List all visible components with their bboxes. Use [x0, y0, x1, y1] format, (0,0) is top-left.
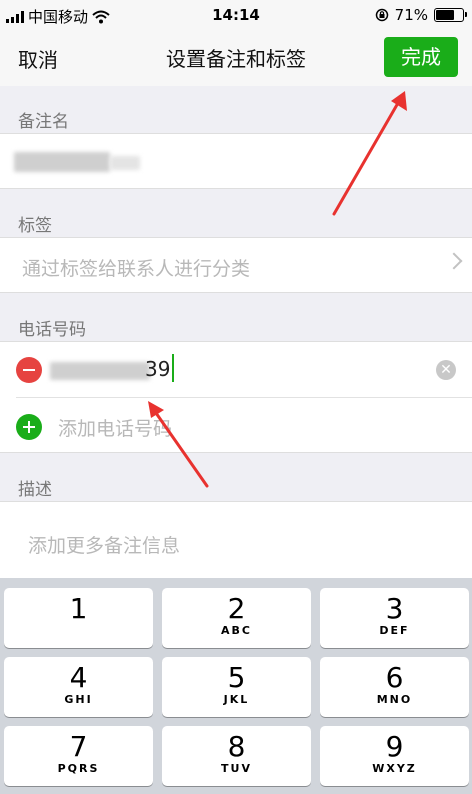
- key-letters: PQRS: [57, 762, 100, 775]
- key-letters: DEF: [379, 624, 410, 637]
- tags-row[interactable]: 通过标签给联系人进行分类: [0, 237, 472, 293]
- remark-name-field[interactable]: [0, 133, 472, 189]
- rotation-lock-icon: [375, 8, 388, 22]
- description-section-label: 描述: [18, 480, 52, 500]
- phone-section: 39 ✕ 添加电话号码: [0, 341, 472, 453]
- blurred-remark-name-tail: [110, 156, 140, 170]
- phone-section-label: 电话号码: [18, 320, 86, 340]
- description-field[interactable]: 添加更多备注信息: [0, 501, 472, 581]
- cancel-button[interactable]: 取消: [18, 44, 58, 73]
- key-3[interactable]: 3 DEF: [320, 588, 469, 648]
- key-number: 2: [227, 592, 246, 625]
- key-1[interactable]: 1: [4, 588, 153, 648]
- text-cursor: [172, 354, 174, 382]
- key-number: 4: [69, 661, 88, 694]
- key-letters: JKL: [223, 693, 250, 706]
- chevron-right-icon: [445, 252, 463, 270]
- description-placeholder: 添加更多备注信息: [28, 535, 181, 557]
- key-letters: GHI: [64, 693, 93, 706]
- key-letters: ABC: [221, 624, 252, 637]
- key-number: 7: [69, 730, 88, 763]
- key-number: 6: [385, 661, 404, 694]
- key-4[interactable]: 4 GHI: [4, 657, 153, 717]
- key-7[interactable]: 7 PQRS: [4, 726, 153, 786]
- numeric-keypad: 1 2 ABC 3 DEF 4 GHI 5 JKL 6 MNO 7 PQRS 8 TUV 9W…: [0, 578, 472, 794]
- key-number: 3: [385, 592, 404, 625]
- nav-bar: 取消 设置备注和标签 完成: [0, 30, 472, 86]
- battery-fill: [436, 10, 454, 20]
- battery-percent: 71%: [394, 6, 428, 24]
- key-9[interactable]: 9 WXYZ: [320, 726, 469, 786]
- row-divider: [16, 397, 472, 398]
- blurred-phone-number: [50, 362, 150, 380]
- remark-section-label: 备注名: [18, 112, 69, 132]
- remove-phone-icon[interactable]: [16, 357, 42, 383]
- done-button[interactable]: 完成: [384, 37, 458, 77]
- tags-placeholder: 通过标签给联系人进行分类: [22, 258, 251, 280]
- blurred-remark-name: [14, 152, 110, 172]
- key-letters: TUV: [221, 762, 252, 775]
- key-number: 1: [69, 592, 88, 625]
- key-number: 8: [227, 730, 246, 763]
- key-8[interactable]: 8 TUV: [162, 726, 311, 786]
- battery-icon: [434, 8, 467, 22]
- key-number: 5: [227, 661, 246, 694]
- status-bar: 中国移动 14:14 71%: [0, 0, 472, 30]
- tags-section-label: 标签: [18, 216, 52, 236]
- status-right: 71%: [375, 6, 467, 24]
- key-2[interactable]: 2 ABC: [162, 588, 311, 648]
- key-6[interactable]: 6 MNO: [320, 657, 469, 717]
- clear-icon[interactable]: ✕: [436, 360, 456, 380]
- add-phone-label[interactable]: 添加电话号码: [58, 414, 172, 441]
- phone-number-input[interactable]: 39: [145, 357, 170, 381]
- key-letters: MNO: [376, 693, 413, 706]
- add-phone-icon[interactable]: [16, 414, 42, 440]
- key-letters: WXYZ: [372, 762, 417, 775]
- key-number: 9: [385, 730, 404, 763]
- key-5[interactable]: 5 JKL: [162, 657, 311, 717]
